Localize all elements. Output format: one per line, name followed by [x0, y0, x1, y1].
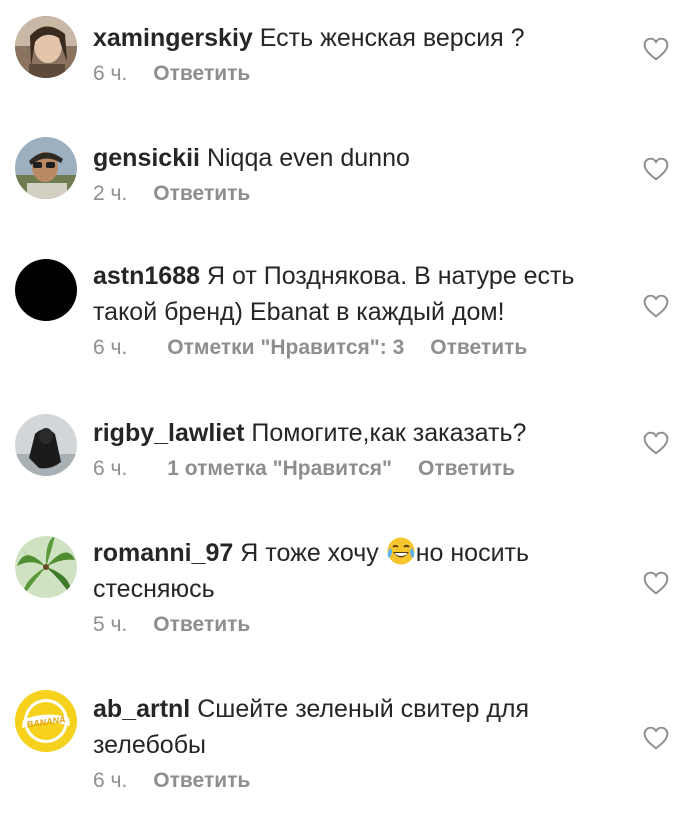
avatar[interactable] — [15, 137, 77, 199]
comment-text: astn1688 Я от Позднякова. В натуре есть … — [93, 258, 623, 330]
comment-username[interactable]: ab_artnl — [93, 695, 190, 723]
comment-body: Помогите,как заказать? — [251, 419, 527, 447]
comment-username[interactable]: romanni_97 — [93, 539, 233, 567]
comment-time: 6 ч. — [93, 336, 128, 359]
like-button[interactable] — [643, 431, 669, 455]
heart-outline-icon — [643, 571, 669, 595]
comment-meta: 6 ч. Ответить — [93, 62, 623, 86]
like-button[interactable] — [643, 157, 669, 181]
comment-text: xamingerskiy Есть женская версия ? — [93, 20, 623, 56]
avatar[interactable] — [15, 259, 77, 321]
comment-meta: 6 ч. 1 отметка "Нравится" Ответить — [93, 457, 623, 481]
reply-button[interactable]: Ответить — [153, 182, 250, 206]
avatar[interactable] — [15, 536, 77, 598]
comment-meta: 2 ч. Ответить — [93, 182, 623, 206]
heart-outline-icon — [643, 37, 669, 61]
reply-button[interactable]: Ответить — [153, 769, 250, 793]
comment-time: 6 ч. — [93, 769, 128, 792]
heart-outline-icon — [643, 157, 669, 181]
comment-text: rigby_lawliet Помогите,как заказать? — [93, 415, 623, 451]
heart-outline-icon — [643, 726, 669, 750]
reply-button[interactable]: Ответить — [153, 613, 250, 637]
avatar[interactable]: BANANA — [15, 690, 77, 752]
like-button[interactable] — [643, 571, 669, 595]
user-photo-avatar-icon — [15, 414, 77, 476]
comment-time: 6 ч. — [93, 62, 128, 85]
banana-logo-avatar-icon: BANANA — [15, 690, 77, 752]
likes-count[interactable]: Отметки "Нравится": 3 — [167, 336, 404, 360]
comment-time: 5 ч. — [93, 613, 128, 636]
comment-body: Есть женская версия ? — [259, 24, 525, 52]
comment-text: ab_artnl Сшейте зеленый свитер для зелеб… — [93, 691, 623, 763]
like-button[interactable] — [643, 37, 669, 61]
user-photo-avatar-icon — [15, 137, 77, 199]
comment-body-before-emoji: Я тоже хочу — [240, 539, 379, 567]
avatar[interactable] — [15, 414, 77, 476]
like-button[interactable] — [643, 294, 669, 318]
likes-count[interactable]: 1 отметка "Нравится" — [167, 457, 392, 481]
like-button[interactable] — [643, 726, 669, 750]
comment-body: Niqqa even dunno — [206, 144, 410, 172]
reply-button[interactable]: Ответить — [430, 336, 527, 360]
palm-tree-avatar-icon — [15, 536, 77, 598]
reply-button[interactable]: Ответить — [418, 457, 515, 481]
comment-meta: 6 ч. Отметки "Нравится": 3 Ответить — [93, 336, 623, 360]
comment-time: 6 ч. — [93, 457, 128, 480]
heart-outline-icon — [643, 294, 669, 318]
reply-button[interactable]: Ответить — [153, 62, 250, 86]
black-circle-avatar-icon — [15, 259, 77, 321]
comment-username[interactable]: xamingerskiy — [93, 24, 253, 52]
avatar[interactable] — [15, 16, 77, 78]
heart-outline-icon — [643, 431, 669, 455]
comment-meta: 6 ч. Ответить — [93, 769, 623, 793]
comment-username[interactable]: rigby_lawliet — [93, 419, 244, 447]
comment-time: 2 ч. — [93, 182, 128, 205]
comment-meta: 5 ч. Ответить — [93, 613, 623, 637]
user-photo-avatar-icon — [15, 16, 77, 78]
comment-username[interactable]: astn1688 — [93, 262, 200, 290]
laughing-crying-emoji-icon — [386, 536, 416, 566]
comment-text: gensickii Niqqa even dunno — [93, 140, 623, 176]
comment-username[interactable]: gensickii — [93, 144, 200, 172]
comment-text: romanni_97 Я тоже хочу но носить стесняю… — [93, 535, 623, 607]
